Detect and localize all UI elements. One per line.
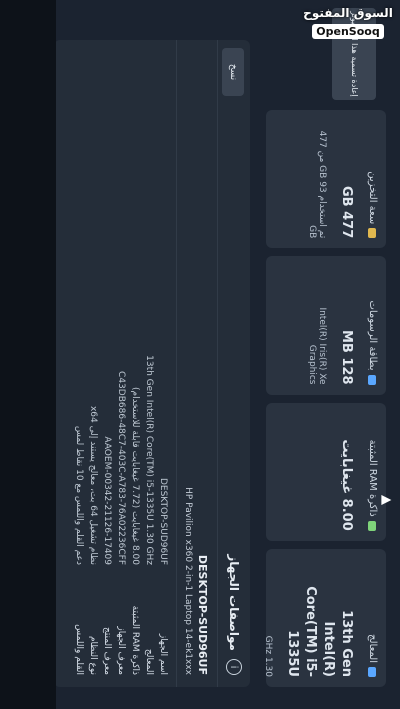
row-value: 8.00 غيغابايت (7.72 غيغابايت قابلة للاست… — [130, 387, 140, 565]
card-title: بطاقة الرسومات — [367, 300, 378, 371]
spec-row: معرف المنتج 00342-21126-17409-AAOEM — [100, 52, 114, 675]
row-label: معرف الجهاز — [116, 626, 126, 675]
spec-header[interactable]: i مواصفات الجهاز ⌃ — [217, 40, 250, 687]
bottom-dark-area — [0, 0, 56, 709]
processor-card: المعالج 13th Gen Intel(R) Core(TM) i5-13… — [263, 548, 386, 687]
summary-cards: المعالج 13th Gen Intel(R) Core(TM) i5-13… — [263, 110, 386, 687]
graphics-card: بطاقة الرسومات 128 MB Intel(R) Iris(R) X… — [266, 256, 386, 395]
row-label: ذاكرة RAM المثبتة — [130, 605, 140, 675]
mouse-cursor-icon: ▲ — [379, 495, 394, 505]
ram-card: ذاكرة RAM المثبتة 8.00 غيغابايت — [266, 402, 386, 541]
row-value: 13th Gen Intel(R) Core(TM) i5-1335U 1.30… — [144, 355, 154, 565]
spec-row: المعالج 13th Gen Intel(R) Core(TM) i5-133… — [142, 52, 156, 675]
spec-row: اسم الجهاز DESKTOP-SUD96UF — [156, 52, 170, 675]
row-label: معرف المنتج — [102, 626, 112, 675]
card-title: المعالج — [367, 634, 378, 663]
row-value: 00342-21126-17409-AAOEM — [102, 436, 112, 565]
device-model: HP Pavilion x360 2-in-1 Laptop 14-ek1xxx — [183, 487, 193, 675]
card-value: 13th Gen Intel(R) Core(TM) i5-1335U — [285, 586, 354, 677]
device-specifications-panel: i مواصفات الجهاز ⌃ DESKTOP-SUD96UF HP Pa… — [54, 40, 250, 687]
row-label: المعالج — [144, 648, 154, 675]
row-value: نظام تشغيل 64 بت، معالج يستند إلى x64 — [88, 405, 98, 565]
about-device-screen: المعالج 13th Gen Intel(R) Core(TM) i5-13… — [0, 0, 400, 709]
copy-button[interactable]: نسخ — [222, 48, 244, 96]
row-value: C43DB686-48C7-403C-A783-76A02236CFF — [116, 371, 126, 565]
card-value: 128 MB — [339, 329, 354, 385]
spec-row: معرف الجهاز C43DB686-48C7-403C-A783-76A02… — [114, 52, 128, 675]
device-name: DESKTOP-SUD96UF — [196, 554, 209, 675]
card-sub: 1.30 GHz — [263, 635, 273, 677]
cpu-icon — [368, 667, 377, 677]
card-value: 477 GB — [339, 185, 354, 239]
row-value: DESKTOP-SUD96UF — [158, 477, 168, 565]
watermark-brand: OpenSooq — [312, 24, 384, 39]
storage-icon — [368, 228, 377, 239]
opensooq-watermark: السوق المفتوح OpenSooq — [302, 6, 394, 39]
row-label: اسم الجهاز — [158, 633, 168, 675]
spec-row: القلم واللمس دعم القلم واللمس مع 10 نقاط … — [72, 52, 86, 675]
spec-row: نوع النظام نظام تشغيل 64 بت، معالج يستند … — [86, 52, 100, 675]
gpu-icon — [368, 374, 377, 385]
device-block: DESKTOP-SUD96UF HP Pavilion x360 2-in-1 … — [176, 40, 217, 687]
spec-rows: اسم الجهاز DESKTOP-SUD96UF المعالج 13th Ge… — [66, 40, 176, 687]
row-label: نوع النظام — [88, 635, 98, 675]
spec-row: ذاكرة RAM المثبتة 8.00 غيغابايت (7.72 غيغ… — [128, 52, 142, 675]
row-label: القلم واللمس — [74, 624, 84, 675]
storage-card: سعة التخزين 477 GB تم استخدام 93 GB من 4… — [266, 110, 386, 249]
spec-title: مواصفات الجهاز — [227, 554, 241, 651]
card-sub: Intel(R) Iris(R) Xe Graphics — [307, 307, 327, 385]
row-value: دعم القلم واللمس مع 10 نقاط لمس — [74, 425, 84, 565]
info-icon: i — [226, 659, 242, 675]
watermark-arabic: السوق المفتوح — [303, 6, 393, 20]
memory-icon — [368, 520, 377, 531]
card-title: ذاكرة RAM المثبتة — [367, 439, 378, 517]
card-sub: تم استخدام 93 GB من 477 GB — [307, 130, 327, 239]
card-title: سعة التخزين — [367, 171, 378, 225]
card-value: 8.00 غيغابايت — [339, 439, 354, 531]
